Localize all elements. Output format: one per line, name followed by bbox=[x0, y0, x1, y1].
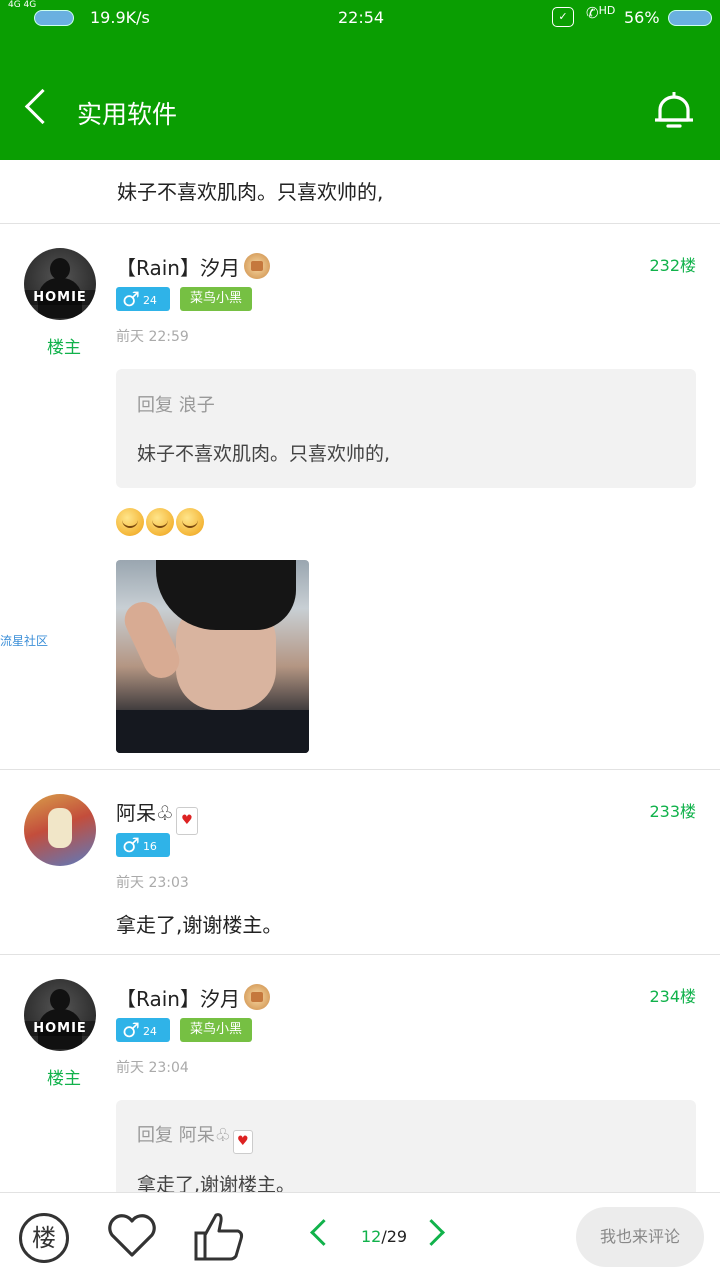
battery-percent: 56% bbox=[624, 8, 660, 27]
signal-pill-icon bbox=[34, 10, 74, 26]
post-time: 前天 23:03 bbox=[116, 875, 189, 891]
prev-page-icon[interactable] bbox=[310, 1219, 337, 1246]
avatar[interactable] bbox=[24, 794, 96, 866]
page-indicator[interactable]: 12/29 bbox=[361, 1227, 407, 1246]
app-header: 4G 4G 19.9K/s 22:54 ✓ ✆HD 56% 实用软件 bbox=[0, 0, 720, 160]
thumbs-up-icon[interactable] bbox=[192, 1209, 246, 1263]
post-photo[interactable] bbox=[116, 560, 309, 753]
quote-head: 回复 阿呆♧ ♥ bbox=[137, 1121, 253, 1154]
post-time: 前天 22:59 bbox=[116, 329, 189, 345]
heart-card-icon: ♥ bbox=[175, 807, 198, 835]
smile-emoji-icon bbox=[176, 508, 204, 536]
username[interactable]: 【Rain】汐月 bbox=[116, 252, 270, 281]
clock: 22:54 bbox=[338, 8, 385, 27]
heart-icon[interactable] bbox=[106, 1213, 158, 1259]
username[interactable]: 阿呆♧ ♥ bbox=[116, 797, 198, 835]
avatar[interactable]: HOMIE bbox=[24, 248, 96, 320]
divider bbox=[0, 769, 720, 770]
bell-icon[interactable] bbox=[652, 88, 696, 134]
username[interactable]: 【Rain】汐月 bbox=[116, 983, 270, 1012]
medal-icon bbox=[243, 253, 270, 279]
smile-emoji-icon bbox=[146, 508, 174, 536]
watermark: 流星社区 bbox=[0, 634, 49, 648]
floor-number: 233楼 bbox=[649, 802, 696, 821]
hd-call-indicator: ✆HD bbox=[586, 4, 616, 22]
medal-icon bbox=[243, 984, 270, 1010]
back-icon[interactable] bbox=[24, 88, 61, 125]
level-badge: 菜鸟小黑 bbox=[180, 1018, 252, 1042]
net-speed: 19.9K/s bbox=[90, 8, 150, 27]
previous-post-text: 妹子不喜欢肌肉。只喜欢帅的, bbox=[117, 180, 384, 204]
floor-number: 234楼 bbox=[649, 987, 696, 1006]
post-text: 拿走了,谢谢楼主。 bbox=[116, 913, 283, 937]
post-time: 前天 23:04 bbox=[116, 1060, 189, 1076]
owner-tag: 楼主 bbox=[47, 338, 81, 358]
owner-tag: 楼主 bbox=[47, 1069, 81, 1089]
emoji-row bbox=[116, 508, 206, 540]
gender-age-badge: ♂ 24 bbox=[116, 1018, 170, 1042]
next-page-icon[interactable] bbox=[418, 1219, 445, 1246]
quote-head: 回复 浪子 bbox=[137, 395, 215, 416]
floor-icon[interactable]: 楼 bbox=[19, 1213, 69, 1263]
divider bbox=[0, 954, 720, 955]
comment-button[interactable]: 我也来评论 bbox=[576, 1207, 704, 1267]
network-indicator: 4G 4G bbox=[8, 0, 37, 10]
level-badge: 菜鸟小黑 bbox=[180, 287, 252, 311]
smile-emoji-icon bbox=[116, 508, 144, 536]
page-title: 实用软件 bbox=[77, 100, 178, 129]
gender-age-badge: ♂ 24 bbox=[116, 287, 170, 311]
floor-number: 232楼 bbox=[649, 256, 696, 275]
bottom-action-bar: 楼 12/29 我也来评论 bbox=[0, 1192, 720, 1281]
avatar[interactable]: HOMIE bbox=[24, 979, 96, 1051]
status-bar: 4G 4G 19.9K/s 22:54 ✓ ✆HD 56% bbox=[0, 0, 720, 36]
divider bbox=[0, 223, 720, 224]
gender-age-badge: ♂ 16 bbox=[116, 833, 170, 857]
battery-icon bbox=[668, 10, 712, 26]
heart-card-icon: ♥ bbox=[232, 1130, 253, 1154]
quote-block: 回复 浪子 妹子不喜欢肌肉。只喜欢帅的, bbox=[116, 369, 696, 488]
quote-body: 妹子不喜欢肌肉。只喜欢帅的, bbox=[137, 443, 391, 465]
leaf-icon: ✓ bbox=[552, 7, 574, 27]
